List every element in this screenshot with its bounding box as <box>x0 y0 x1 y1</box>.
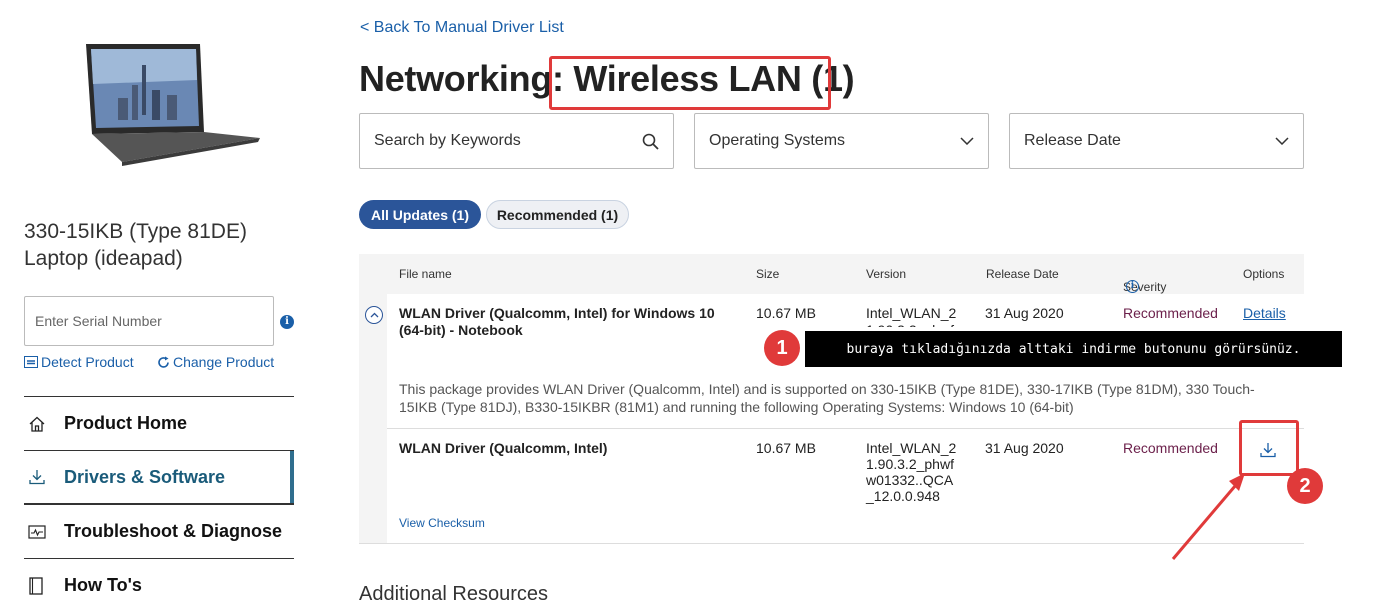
chevron-down-icon <box>1275 137 1289 145</box>
step-badge-1: 1 <box>764 330 800 366</box>
table-bottom-divider <box>359 543 1304 544</box>
operating-systems-dropdown[interactable]: Operating Systems <box>694 113 989 169</box>
os-dropdown-label: Operating Systems <box>709 132 846 149</box>
table-header: File name Size Version Release Date Seve… <box>359 254 1304 294</box>
nav-item-product-home[interactable]: Product Home <box>24 396 294 450</box>
additional-resources-heading: Additional Resources <box>359 583 548 605</box>
info-icon[interactable]: i <box>280 315 294 329</box>
chevron-down-icon <box>960 137 974 145</box>
driver-size: 10.67 MB <box>756 305 816 321</box>
change-product-label: Change Product <box>173 354 275 370</box>
nav-item-drivers-software[interactable]: Drivers & Software <box>24 450 294 504</box>
header-version: Version <box>866 267 907 281</box>
serial-number-input[interactable] <box>24 296 274 346</box>
file-version: Intel_WLAN_21.90.3.2_phwfw01332..QCA_12.… <box>866 440 957 504</box>
laptop-image <box>86 44 260 166</box>
step-badge-2: 2 <box>1287 468 1323 504</box>
tab-all-updates[interactable]: All Updates (1) <box>359 200 481 229</box>
driver-name: WLAN Driver (Qualcomm, Intel) for Window… <box>399 305 715 338</box>
row-expand-strip <box>359 294 387 544</box>
view-checksum-link[interactable]: View Checksum <box>399 516 485 530</box>
header-file-name: File name <box>399 267 452 281</box>
sidebar-nav: Product Home Drivers & Software Troubles… <box>24 396 294 611</box>
header-release-date: Release Date <box>986 267 1059 281</box>
nav-item-troubleshoot[interactable]: Troubleshoot & Diagnose <box>24 504 294 558</box>
book-icon <box>29 576 43 595</box>
detect-product-label: Detect Product <box>41 354 134 370</box>
release-date-dropdown[interactable]: Release Date <box>1009 113 1304 169</box>
search-placeholder: Search by Keywords <box>374 132 521 149</box>
driver-release-date: 31 Aug 2020 <box>985 305 1064 321</box>
row-divider <box>387 428 1304 429</box>
home-icon <box>29 416 45 432</box>
detect-icon <box>24 356 38 368</box>
instruction-callout: buraya tıkladığınızda alttaki indirme bu… <box>805 331 1342 367</box>
file-size: 10.67 MB <box>756 440 816 456</box>
nav-label: Troubleshoot & Diagnose <box>64 521 283 541</box>
change-product-link[interactable]: Change Product <box>157 354 274 370</box>
date-dropdown-label: Release Date <box>1024 132 1121 149</box>
header-options: Options <box>1243 267 1285 281</box>
back-to-driver-list-link[interactable]: < Back To Manual Driver List <box>360 19 564 37</box>
header-size: Size <box>756 267 780 281</box>
file-severity: Recommended <box>1123 440 1218 456</box>
title-highlight-box <box>549 56 831 110</box>
driver-severity: Recommended <box>1123 305 1218 321</box>
file-release-date: 31 Aug 2020 <box>985 440 1064 456</box>
nav-label: Drivers & Software <box>64 466 226 487</box>
driver-version: Intel_WLAN_21.90.3.2_phwf <box>866 305 957 327</box>
search-field[interactable]: Search by Keywords <box>359 113 674 169</box>
nav-item-how-tos[interactable]: How To's <box>24 558 294 611</box>
tab-recommended[interactable]: Recommended (1) <box>486 200 629 229</box>
driver-description: This package provides WLAN Driver (Qualc… <box>399 381 1255 415</box>
product-title: 330-15IKB (Type 81DE) Laptop (ideapad) <box>24 220 247 270</box>
details-link[interactable]: Details <box>1243 305 1286 321</box>
search-icon <box>642 133 659 150</box>
diagnose-icon <box>28 524 46 539</box>
nav-label: Product Home <box>64 413 188 433</box>
chevron-up-icon <box>370 312 378 318</box>
refresh-icon <box>158 356 169 368</box>
collapse-row-button[interactable] <box>365 306 383 324</box>
pointer-arrow <box>1171 473 1245 560</box>
severity-info-icon[interactable]: i <box>1126 280 1139 293</box>
detect-product-link[interactable]: Detect Product <box>24 354 134 370</box>
download-icon <box>29 470 45 485</box>
nav-label: How To's <box>64 575 142 595</box>
file-name: WLAN Driver (Qualcomm, Intel) <box>399 440 608 456</box>
